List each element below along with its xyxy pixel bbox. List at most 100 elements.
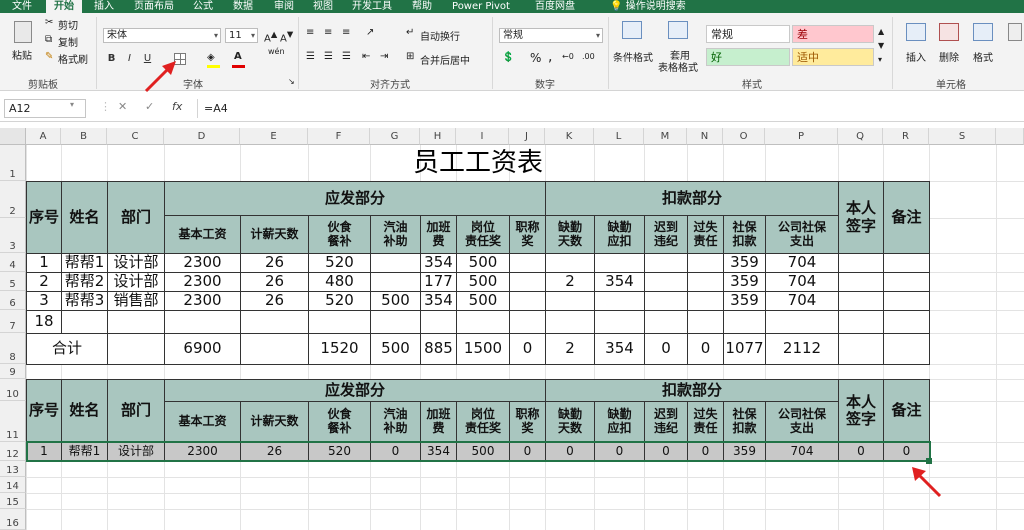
total-cell[interactable]: 354: [594, 333, 645, 365]
conditional-format-icon[interactable]: [622, 21, 642, 39]
table-cell[interactable]: 500: [456, 253, 510, 273]
insert-cells-button[interactable]: 插入: [906, 49, 926, 64]
styles-scroll-down-icon[interactable]: ▼: [878, 41, 884, 50]
table-cell[interactable]: 18: [26, 310, 62, 334]
total-cell[interactable]: [838, 333, 884, 365]
table-cell[interactable]: [644, 272, 688, 292]
font-grow-icon[interactable]: A▲: [264, 29, 277, 44]
sum-icon[interactable]: [1008, 23, 1022, 41]
table-cell[interactable]: [240, 310, 309, 334]
ribbon-tab[interactable]: 视图: [306, 0, 340, 13]
table-cell[interactable]: 359: [723, 253, 766, 273]
table-cell[interactable]: 设计部: [107, 253, 165, 273]
column-header[interactable]: Q: [838, 128, 883, 145]
total-cell[interactable]: [883, 333, 930, 365]
table-cell[interactable]: [509, 291, 546, 311]
copy-header-name[interactable]: 姓名: [61, 379, 108, 443]
table-cell[interactable]: [545, 291, 595, 311]
copy-header-seq[interactable]: 序号: [26, 379, 62, 443]
table-cell[interactable]: 500: [456, 291, 510, 311]
column-header[interactable]: S: [929, 128, 996, 145]
format-cells-icon[interactable]: [973, 23, 993, 41]
table-cell[interactable]: [594, 310, 645, 334]
total-label[interactable]: 合计: [26, 333, 108, 365]
fill-color-icon[interactable]: ◈: [207, 52, 215, 63]
row-header[interactable]: 9: [0, 364, 26, 379]
table-cell[interactable]: 704: [765, 291, 839, 311]
table-cell[interactable]: 2300: [164, 253, 241, 273]
insert-cells-icon[interactable]: [906, 23, 926, 41]
column-header[interactable]: R: [883, 128, 929, 145]
table-cell[interactable]: [687, 272, 724, 292]
row-header[interactable]: 8: [0, 333, 26, 364]
total-cell[interactable]: 0: [509, 333, 546, 365]
table-cell[interactable]: [164, 310, 241, 334]
table-cell[interactable]: [509, 253, 546, 273]
table-cell[interactable]: [883, 272, 930, 292]
style-neutral[interactable]: 适中: [792, 48, 874, 66]
orientation-icon[interactable]: ↗: [366, 27, 374, 38]
main-subheader[interactable]: 过失 责任: [687, 215, 724, 254]
ribbon-tab[interactable]: 百度网盘: [520, 0, 590, 13]
copy-subheader[interactable]: 岗位 责任奖: [456, 401, 510, 443]
table-cell[interactable]: 359: [723, 272, 766, 292]
paste-icon[interactable]: [14, 21, 32, 43]
copy-header-note[interactable]: 备注: [883, 379, 930, 443]
align-bottom-icon[interactable]: ≡: [342, 27, 350, 38]
table-cell[interactable]: 520: [308, 291, 371, 311]
main-header-seq[interactable]: 序号: [26, 181, 62, 254]
copy-subheader[interactable]: 职称 奖: [509, 401, 546, 443]
main-subheader[interactable]: 计薪天数: [240, 215, 309, 254]
copy-subheader[interactable]: 伙食 餐补: [308, 401, 371, 443]
styles-scroll-up-icon[interactable]: ▲: [878, 27, 884, 36]
ribbon-tab[interactable]: 数据: [224, 0, 262, 13]
copy-subheader[interactable]: 基本工资: [164, 401, 241, 443]
column-header[interactable]: O: [723, 128, 765, 145]
copy-subheader[interactable]: 缺勤 应扣: [594, 401, 645, 443]
row-header[interactable]: 10: [0, 379, 26, 401]
row-header[interactable]: 1: [0, 145, 26, 181]
total-cell[interactable]: [240, 333, 309, 365]
table-cell[interactable]: [644, 291, 688, 311]
column-header[interactable]: C: [107, 128, 164, 145]
wrap-text-icon[interactable]: ↵: [406, 27, 414, 38]
table-cell[interactable]: 480: [308, 272, 371, 292]
table-cell[interactable]: [687, 253, 724, 273]
table-cell[interactable]: [644, 310, 688, 334]
ribbon-tab[interactable]: Power Pivot: [446, 0, 516, 13]
conditional-format-button[interactable]: 条件格式: [613, 49, 653, 64]
row-header[interactable]: 16: [0, 509, 26, 530]
ribbon-tab[interactable]: 插入: [86, 0, 122, 13]
copy-icon[interactable]: ⧉: [45, 34, 52, 45]
ribbon-tab[interactable]: 开始: [46, 0, 82, 13]
column-header[interactable]: J: [509, 128, 545, 145]
align-center-icon[interactable]: ☰: [324, 51, 333, 62]
total-cell[interactable]: 1077: [723, 333, 766, 365]
table-cell[interactable]: 354: [420, 253, 457, 273]
table-cell[interactable]: [687, 310, 724, 334]
main-header-note[interactable]: 备注: [883, 181, 930, 254]
table-cell[interactable]: [838, 310, 884, 334]
decimal-increase-icon[interactable]: ←0: [562, 52, 574, 61]
copy-header-sign[interactable]: 本人 签字: [838, 379, 884, 443]
style-good[interactable]: 好: [706, 48, 790, 66]
wrap-text-button[interactable]: 自动换行: [420, 28, 460, 43]
table-cell[interactable]: 500: [456, 272, 510, 292]
table-cell[interactable]: [456, 310, 510, 334]
selection-range[interactable]: [26, 441, 931, 462]
ribbon-tab[interactable]: 帮助: [404, 0, 440, 13]
format-cells-button[interactable]: 格式: [973, 49, 993, 64]
row-header[interactable]: 3: [0, 218, 26, 253]
table-cell[interactable]: [838, 272, 884, 292]
table-cell[interactable]: [838, 253, 884, 273]
row-header[interactable]: 11: [0, 401, 26, 442]
copy-subheader[interactable]: 过失 责任: [687, 401, 724, 443]
total-cell[interactable]: 885: [420, 333, 457, 365]
table-cell[interactable]: 520: [308, 253, 371, 273]
copy-subheader[interactable]: 迟到 违纪: [644, 401, 688, 443]
table-cell[interactable]: [883, 291, 930, 311]
column-header[interactable]: G: [370, 128, 420, 145]
bold-button[interactable]: B: [104, 51, 119, 66]
table-cell[interactable]: [509, 272, 546, 292]
table-cell[interactable]: 帮帮1: [61, 253, 108, 273]
